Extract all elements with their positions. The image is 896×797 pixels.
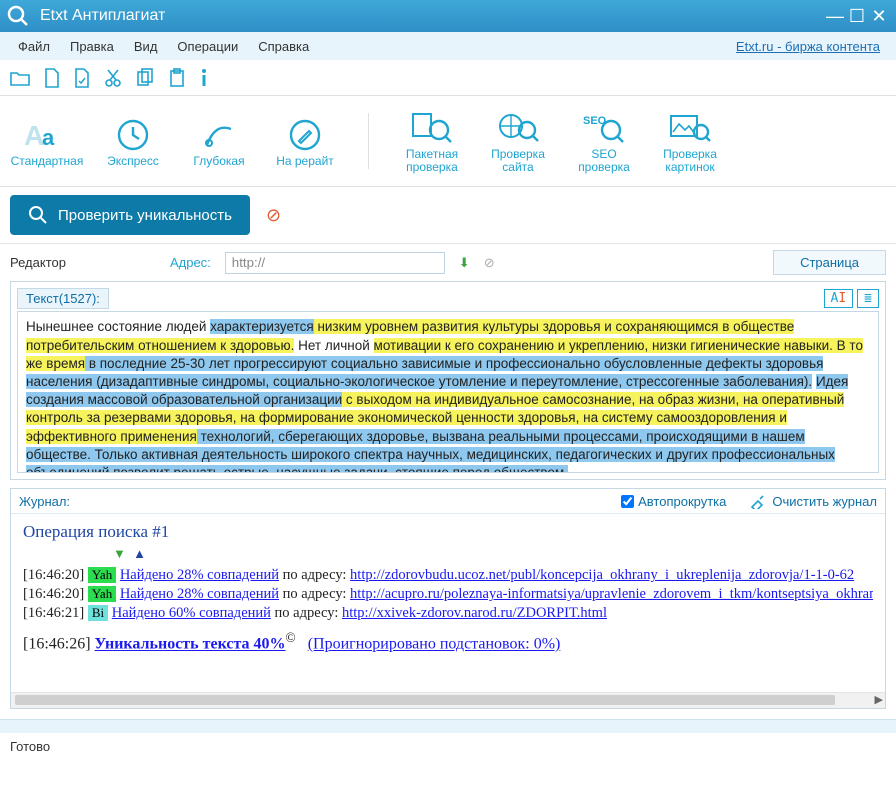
- url-link[interactable]: http://xxivek-zdorov.narod.ru/ZDORPIT.ht…: [342, 605, 607, 621]
- sort-arrows[interactable]: ▼ ▲: [113, 546, 873, 561]
- svg-text:a: a: [42, 125, 55, 150]
- app-logo-icon: [6, 4, 30, 28]
- mode-standard-label: Стандартная: [11, 155, 84, 168]
- mode-images[interactable]: Проверка картинок: [647, 104, 733, 178]
- bottom-strip: [0, 719, 896, 733]
- font-format-button[interactable]: AI: [824, 289, 854, 308]
- mode-site-label: Проверка сайта: [491, 148, 545, 174]
- mode-seo[interactable]: SEO SEO проверка: [561, 104, 647, 178]
- file-toolbar: [0, 60, 896, 96]
- found-link[interactable]: Найдено 28% совпадений: [120, 567, 279, 583]
- log-row: [16:46:20] Yah Найдено 28% совпадений по…: [23, 567, 873, 584]
- log-panel: Журнал: Автопрокрутка Очистить журнал Оп…: [10, 488, 886, 709]
- url-link[interactable]: http://acupro.ru/poleznaya-informatsiya/…: [350, 586, 873, 602]
- info-icon[interactable]: [200, 68, 208, 88]
- close-button[interactable]: ✕: [868, 6, 890, 27]
- status-bar: Готово: [0, 733, 896, 760]
- mode-seo-label: SEO проверка: [578, 148, 630, 174]
- text-counter: Текст(1527):: [17, 288, 109, 309]
- broom-icon: [750, 493, 766, 509]
- horizontal-scrollbar[interactable]: ▶: [11, 692, 885, 708]
- log-row: [16:46:20] Yah Найдено 28% совпадений по…: [23, 586, 873, 603]
- mode-site[interactable]: Проверка сайта: [475, 104, 561, 178]
- open-folder-icon[interactable]: [10, 69, 30, 87]
- address-input[interactable]: [225, 252, 445, 274]
- deep-icon: [201, 115, 237, 155]
- cut-icon[interactable]: [104, 68, 122, 88]
- uniqueness-value: Уникальность текста 40%: [95, 636, 286, 653]
- pencil-circle-icon: [287, 115, 323, 155]
- log-label: Журнал:: [19, 494, 70, 509]
- block-icon[interactable]: ⊘: [484, 255, 495, 271]
- copy-icon[interactable]: [136, 68, 154, 88]
- paste-icon[interactable]: [168, 68, 186, 88]
- mode-rewrite-label: На рерайт: [276, 155, 334, 168]
- font-icon: Aa: [24, 115, 70, 155]
- ignored-link[interactable]: (Проигнорировано подстановок: 0%): [308, 636, 561, 653]
- address-row: Редактор Адрес: ⬇ ⊘ Страница: [10, 250, 886, 275]
- separator: [368, 113, 369, 169]
- text-editor[interactable]: Нынешнее состояние людей характеризуется…: [17, 311, 879, 473]
- images-icon: [669, 108, 711, 148]
- log-body[interactable]: Операция поиска #1 ▼ ▲ [16:46:20] Yah На…: [11, 514, 885, 692]
- check-uniqueness-button[interactable]: Проверить уникальность: [10, 195, 250, 235]
- minimize-button[interactable]: —: [824, 6, 846, 27]
- mode-batch-label: Пакетная проверка: [406, 148, 458, 174]
- clear-log-button[interactable]: Очистить журнал: [750, 493, 877, 509]
- mode-express-label: Экспресс: [107, 155, 159, 168]
- globe-search-icon: [497, 108, 539, 148]
- app-title: Etxt Антиплагиат: [40, 7, 824, 25]
- stop-icon[interactable]: ⊘: [266, 205, 281, 226]
- seo-icon: SEO: [583, 108, 625, 148]
- autoscroll-checkbox[interactable]: Автопрокрутка: [621, 494, 726, 509]
- menu-operations[interactable]: Операции: [167, 35, 248, 58]
- mode-toolbar: Aa Стандартная Экспресс Глубокая На рера…: [0, 96, 896, 187]
- mode-images-label: Проверка картинок: [663, 148, 717, 174]
- page-tab[interactable]: Страница: [773, 250, 886, 275]
- mode-batch[interactable]: Пакетная проверка: [389, 104, 475, 178]
- mode-deep-label: Глубокая: [193, 155, 244, 168]
- menu-file[interactable]: Файл: [8, 35, 60, 58]
- search-icon: [28, 205, 48, 225]
- mode-deep[interactable]: Глубокая: [176, 111, 262, 172]
- url-link[interactable]: http://zdorovbudu.ucoz.net/publ/koncepci…: [350, 567, 854, 583]
- mode-standard[interactable]: Aa Стандартная: [4, 111, 90, 172]
- clock-icon: [115, 115, 151, 155]
- check-button-label: Проверить уникальность: [58, 207, 232, 224]
- operation-title: Операция поиска #1: [23, 522, 873, 542]
- mode-express[interactable]: Экспресс: [90, 111, 176, 172]
- batch-icon: [411, 108, 453, 148]
- uniqueness-summary: [16:46:26] Уникальность текста 40%© (Про…: [23, 630, 873, 653]
- check-bar: Проверить уникальность ⊘: [0, 187, 896, 244]
- mode-rewrite[interactable]: На рерайт: [262, 111, 348, 172]
- save-file-icon[interactable]: [74, 68, 90, 88]
- found-link[interactable]: Найдено 28% совпадений: [120, 586, 279, 602]
- titlebar: Etxt Антиплагиат — ☐ ✕: [0, 0, 896, 32]
- address-label: Адрес:: [170, 255, 211, 270]
- log-row: [16:46:21] Bi Найдено 60% совпадений по …: [23, 605, 873, 622]
- list-format-button[interactable]: ≣: [857, 289, 879, 308]
- menubar: Файл Правка Вид Операции Справка Etxt.ru…: [0, 32, 896, 60]
- editor-panel: Текст(1527): AI ≣ Нынешнее состояние люд…: [10, 281, 886, 480]
- menu-help[interactable]: Справка: [248, 35, 319, 58]
- found-link[interactable]: Найдено 60% совпадений: [112, 605, 271, 621]
- etxt-link[interactable]: Etxt.ru - биржа контента: [728, 35, 888, 58]
- menu-view[interactable]: Вид: [124, 35, 168, 58]
- new-file-icon[interactable]: [44, 68, 60, 88]
- maximize-button[interactable]: ☐: [846, 6, 868, 27]
- menu-edit[interactable]: Правка: [60, 35, 124, 58]
- editor-tab-label: Редактор: [10, 255, 66, 270]
- download-icon[interactable]: ⬇: [459, 255, 470, 271]
